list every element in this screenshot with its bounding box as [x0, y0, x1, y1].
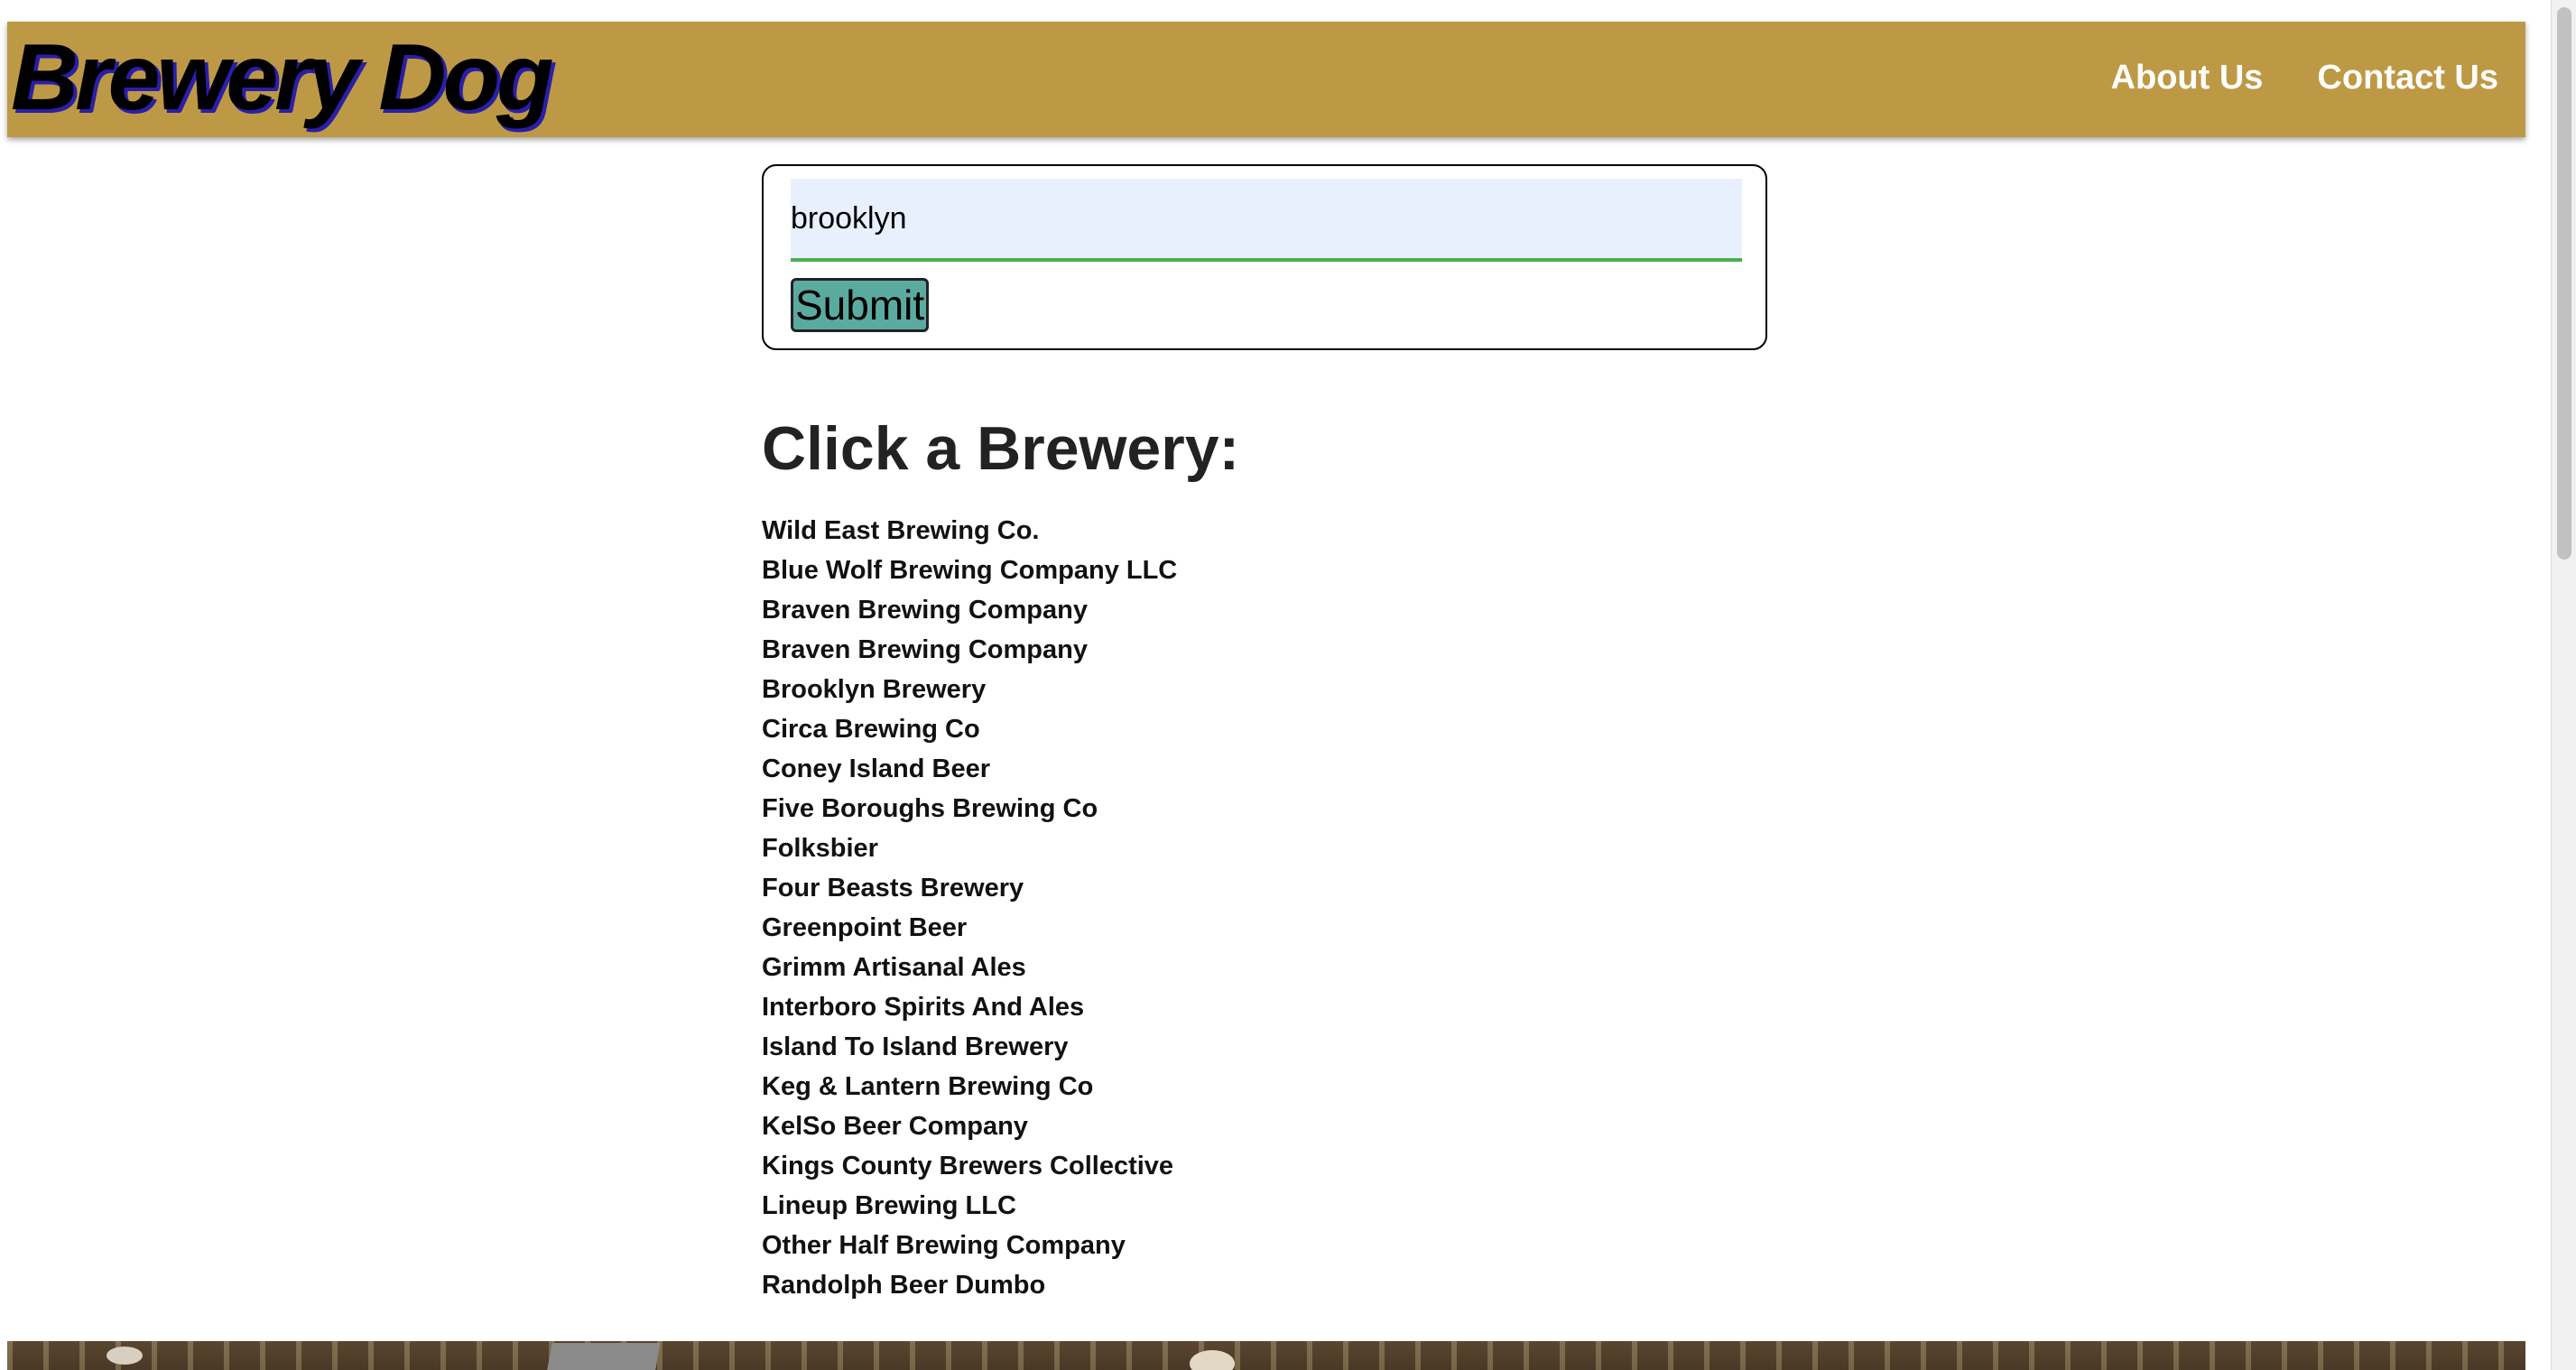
search-input[interactable] [791, 179, 1742, 262]
brewery-hero-image [7, 1341, 2525, 1370]
scrollbar-thumb[interactable] [2557, 7, 2571, 560]
brewery-list: Wild East Brewing Co. Blue Wolf Brewing … [762, 511, 1177, 1305]
hero-image-detail [107, 1347, 143, 1365]
brewery-list-item[interactable]: Circa Brewing Co [762, 709, 1177, 749]
brewery-list-heading: Click a Brewery: [762, 414, 1240, 483]
brewery-list-item[interactable]: Keg & Lantern Brewing Co [762, 1067, 1177, 1106]
brewery-list-item[interactable]: Folksbier [762, 828, 1177, 868]
brewery-list-item[interactable]: Coney Island Beer [762, 749, 1177, 789]
brewery-list-item[interactable]: Kings County Brewers Collective [762, 1146, 1177, 1186]
nav-link-contact[interactable]: Contact Us [2317, 58, 2498, 99]
page: Brewery Dog About Us Contact Us Submit C… [0, 0, 2551, 1370]
vertical-scrollbar[interactable] [2551, 0, 2576, 1370]
site-header: Brewery Dog About Us Contact Us [7, 22, 2525, 137]
brewery-list-item[interactable]: Blue Wolf Brewing Company LLC [762, 551, 1177, 590]
brewery-list-item[interactable]: Five Boroughs Brewing Co [762, 789, 1177, 828]
brewery-list-item[interactable]: KelSo Beer Company [762, 1106, 1177, 1146]
hero-image-detail [545, 1343, 661, 1370]
brewery-list-item[interactable]: Lineup Brewing LLC [762, 1186, 1177, 1226]
brewery-list-item[interactable]: Grimm Artisanal Ales [762, 948, 1177, 987]
search-form: Submit [762, 164, 1767, 350]
brewery-list-item[interactable]: Four Beasts Brewery [762, 868, 1177, 908]
site-logo[interactable]: Brewery Dog [11, 31, 554, 125]
brewery-list-item[interactable]: Greenpoint Beer [762, 908, 1177, 948]
brewery-list-item[interactable]: Interboro Spirits And Ales [762, 987, 1177, 1027]
brewery-list-item[interactable]: Randolph Beer Dumbo [762, 1265, 1177, 1305]
brewery-list-item[interactable]: Braven Brewing Company [762, 590, 1177, 630]
brewery-list-item[interactable]: Other Half Brewing Company [762, 1226, 1177, 1265]
submit-button[interactable]: Submit [791, 278, 930, 332]
brewery-list-item[interactable]: Island To Island Brewery [762, 1027, 1177, 1067]
top-nav: About Us Contact Us [2111, 58, 2498, 99]
nav-link-about[interactable]: About Us [2111, 58, 2264, 99]
hero-image-detail [1190, 1350, 1235, 1370]
brewery-list-item[interactable]: Brooklyn Brewery [762, 670, 1177, 709]
brewery-list-item[interactable]: Braven Brewing Company [762, 630, 1177, 670]
brewery-list-item[interactable]: Wild East Brewing Co. [762, 511, 1177, 551]
